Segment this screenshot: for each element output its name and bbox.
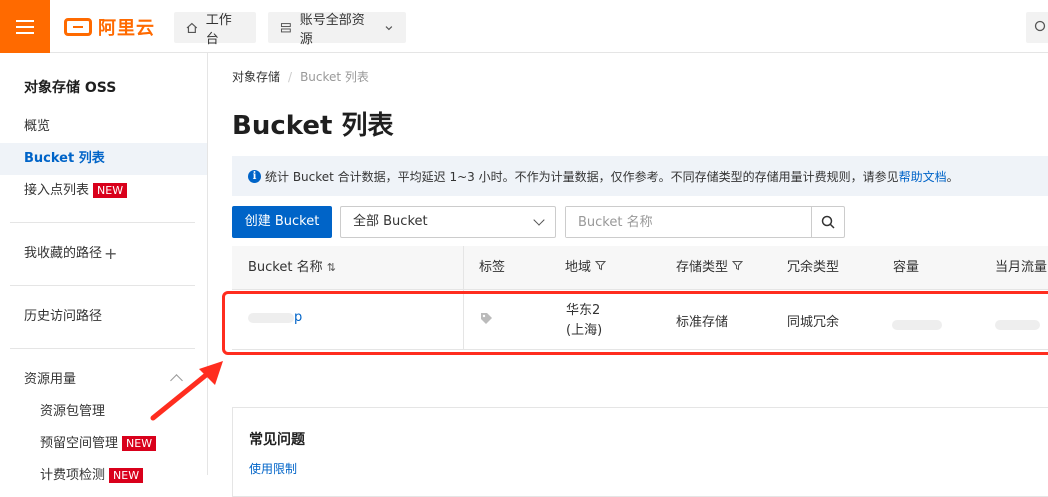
new-badge: NEW [122, 436, 157, 451]
filter-icon[interactable] [595, 260, 607, 271]
sidebar-item-reserved-space[interactable]: 预留空间管理 NEW [0, 428, 207, 460]
bucket-search [565, 206, 845, 238]
sidebar-item-label: 资源包管理 [40, 404, 106, 419]
divider [10, 348, 195, 349]
top-bar: 阿里云 工作台 账号全部资源 [0, 0, 1048, 53]
column-header-region[interactable]: 地域 [565, 246, 607, 290]
notice-suffix: 。 [946, 169, 959, 184]
sidebar-item-overview[interactable]: 概览 [0, 111, 207, 143]
redacted-text [248, 312, 294, 323]
divider [10, 222, 195, 223]
sidebar-item-label: Bucket 列表 [24, 151, 105, 166]
column-separator [463, 246, 464, 289]
divider [10, 285, 195, 286]
page-title: Bucket 列表 [232, 111, 394, 141]
chevron-down-icon [533, 214, 545, 226]
new-badge: NEW [93, 183, 128, 198]
chevron-down-icon [385, 25, 393, 30]
sidebar-item-label: 历史访问路径 [24, 309, 103, 324]
breadcrumb: 对象存储 / Bucket 列表 [232, 68, 369, 85]
column-header-label: Bucket 名称 [248, 260, 323, 275]
add-icon[interactable]: + [104, 238, 117, 270]
info-notice: i 统计 Bucket 合计数据，平均延迟 1~3 小时。不作为计量数据，仅作参… [232, 156, 1048, 196]
capacity-cell [892, 317, 942, 332]
annotation-arrow [150, 361, 223, 421]
table-header: Bucket 名称 ⇅ 标签 地域 存储类型 冗余类型 容量 当月流量 [232, 246, 1048, 290]
sidebar-item-label: 计费项检测 [40, 468, 106, 483]
sidebar-item-label: 资源用量 [24, 372, 77, 387]
notice-text: 统计 Bucket 合计数据，平均延迟 1~3 小时。不作为计量数据，仅作参考。… [265, 169, 899, 184]
column-header-capacity: 容量 [893, 260, 920, 275]
help-doc-link[interactable]: 帮助文档 [899, 168, 947, 185]
sidebar-item-access-points[interactable]: 接入点列表 NEW [0, 175, 207, 207]
new-badge: NEW [109, 468, 144, 483]
faq-link-usage-limits[interactable]: 使用限制 [249, 460, 297, 477]
bucket-filter-value: 全部 Bucket [353, 214, 428, 229]
table-row: p 华东2 (上海) 标准存储 同城冗余 [232, 290, 1048, 350]
resources-dropdown[interactable]: 账号全部资源 [268, 12, 406, 47]
region-name: 华东2 [566, 303, 601, 318]
search-icon [821, 215, 835, 229]
breadcrumb-current: Bucket 列表 [300, 70, 369, 84]
faq-panel: 常见问题 使用限制 [232, 407, 1048, 497]
bucket-filter-select[interactable]: 全部 Bucket [340, 206, 556, 238]
column-header-label: 地域 [565, 260, 592, 275]
bucket-table: Bucket 名称 ⇅ 标签 地域 存储类型 冗余类型 容量 当月流量 p 华东… [232, 246, 1048, 350]
sidebar-item-bucket-list[interactable]: Bucket 列表 [0, 143, 207, 175]
column-header-tags: 标签 [479, 260, 506, 275]
column-separator [463, 290, 464, 349]
storage-type-cell: 标准存储 [676, 315, 729, 330]
menu-icon[interactable] [0, 0, 50, 53]
faq-title: 常见问题 [249, 432, 305, 448]
global-search-button[interactable] [1026, 12, 1048, 43]
bucket-name-link[interactable]: p [248, 310, 302, 325]
column-header-storage-type[interactable]: 存储类型 [676, 246, 744, 290]
column-header-label: 存储类型 [676, 260, 729, 275]
column-header-name[interactable]: Bucket 名称 ⇅ [248, 246, 336, 290]
sidebar-item-label: 接入点列表 [24, 183, 90, 198]
tag-icon[interactable] [480, 312, 493, 325]
sidebar-item-favorites[interactable]: 我收藏的路径 + [0, 238, 207, 270]
redacted-text [995, 319, 1040, 330]
create-bucket-button[interactable]: 创建 Bucket [232, 206, 332, 238]
traffic-cell [995, 317, 1040, 332]
workbench-label: 工作台 [205, 12, 232, 47]
resources-label: 账号全部资源 [299, 12, 365, 47]
column-header-monthly-traffic: 当月流量 [995, 260, 1048, 275]
stack-icon [280, 22, 291, 32]
column-header-redundancy: 冗余类型 [787, 260, 840, 275]
sidebar-item-history[interactable]: 历史访问路径 [0, 301, 207, 333]
logo-mark-icon [64, 18, 92, 36]
bucket-name-text: p [294, 310, 303, 325]
search-button[interactable] [811, 207, 844, 237]
info-icon: i [248, 169, 261, 183]
bucket-search-input[interactable] [566, 207, 811, 237]
main-content: 对象存储 / Bucket 列表 Bucket 列表 i 统计 Bucket 合计数… [208, 53, 1048, 497]
logo[interactable]: 阿里云 [64, 15, 155, 39]
region-city: (上海) [566, 323, 603, 338]
sidebar-item-label: 概览 [24, 119, 51, 134]
region-cell: 华东2 (上海) [566, 301, 602, 341]
breadcrumb-root[interactable]: 对象存储 [232, 70, 280, 84]
sidebar-item-label: 我收藏的路径 [24, 246, 103, 261]
logo-text: 阿里云 [98, 18, 155, 39]
sidebar-title: 对象存储 OSS [24, 80, 117, 96]
sort-icon[interactable]: ⇅ [327, 261, 336, 274]
redundancy-cell: 同城冗余 [787, 315, 840, 330]
workbench-button[interactable]: 工作台 [174, 12, 256, 47]
home-icon [186, 22, 198, 33]
search-icon [1034, 20, 1046, 32]
sidebar-item-billing-check[interactable]: 计费项检测 NEW [0, 460, 207, 492]
redacted-text [892, 319, 942, 330]
sidebar-item-label: 预留空间管理 [40, 436, 119, 451]
filter-icon[interactable] [732, 260, 744, 271]
breadcrumb-separator: / [288, 70, 293, 84]
